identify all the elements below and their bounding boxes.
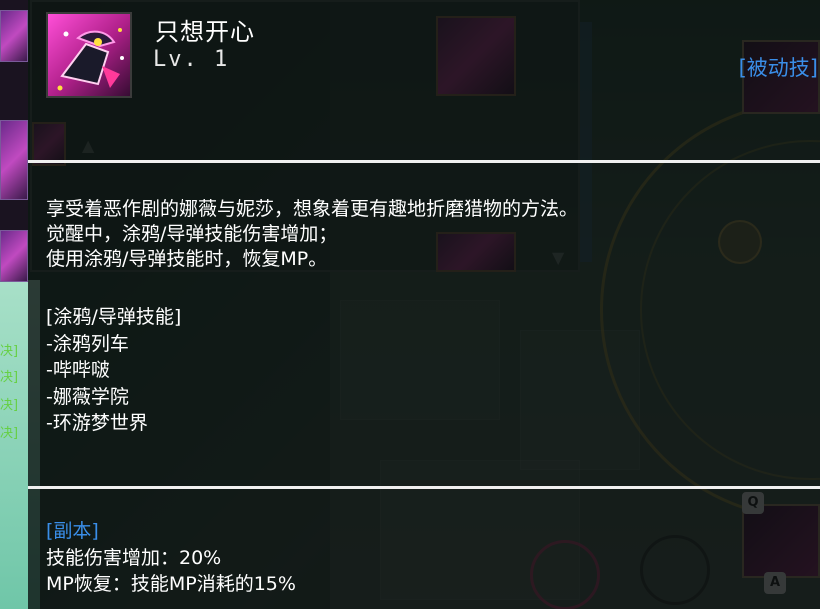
skill-level: Lv. 1 (153, 47, 230, 72)
left-tag: 决] (0, 344, 19, 359)
left-tag: 决] (0, 426, 19, 441)
affected-skills: [涂鸦/导弹技能] -涂鸦列车 -哔哔啵 -娜薇学院 -环游梦世界 (46, 304, 181, 437)
skill-name: 只想开心 (155, 18, 255, 46)
affected-skill-item: -娜薇学院 (46, 385, 129, 408)
skill-icon-art (48, 14, 130, 96)
skill-description: 享受着恶作剧的娜薇与妮莎，想象着更有趣地折磨猎物的方法。 觉醒中，涂鸦/导弹技能… (46, 197, 578, 272)
graffiti-bird-skill-icon (46, 12, 132, 98)
left-tag: 决] (0, 370, 19, 385)
affected-skill-item: -环游梦世界 (46, 412, 148, 434)
affected-skills-header: [涂鸦/导弹技能] (46, 306, 182, 328)
description-line: 觉醒中，涂鸦/导弹技能伤害增加； (46, 223, 338, 245)
skill-type-tag: [被动技] (738, 56, 818, 80)
skill-thumb[interactable] (0, 10, 28, 62)
skill-thumb[interactable] (0, 120, 28, 200)
dungeon-header: [副本] (46, 520, 99, 542)
divider (28, 486, 820, 489)
dungeon-stat: 技能伤害增加：20% (46, 546, 222, 569)
left-tag: 决] (0, 398, 19, 413)
divider (28, 160, 820, 163)
left-skill-strip (0, 0, 28, 282)
skill-thumb[interactable] (0, 230, 28, 282)
dungeon-section: [副本] 技能伤害增加：20% MP恢复：技能MP消耗的15% (46, 518, 296, 598)
affected-skill-item: -涂鸦列车 (46, 332, 129, 355)
dungeon-stat: MP恢复：技能MP消耗的15% (46, 573, 296, 595)
description-line: 享受着恶作剧的娜薇与妮莎，想象着更有趣地折磨猎物的方法。 (46, 198, 579, 220)
description-line: 使用涂鸦/导弹技能时，恢复MP。 (46, 248, 328, 270)
affected-skill-item: -哔哔啵 (46, 359, 110, 381)
